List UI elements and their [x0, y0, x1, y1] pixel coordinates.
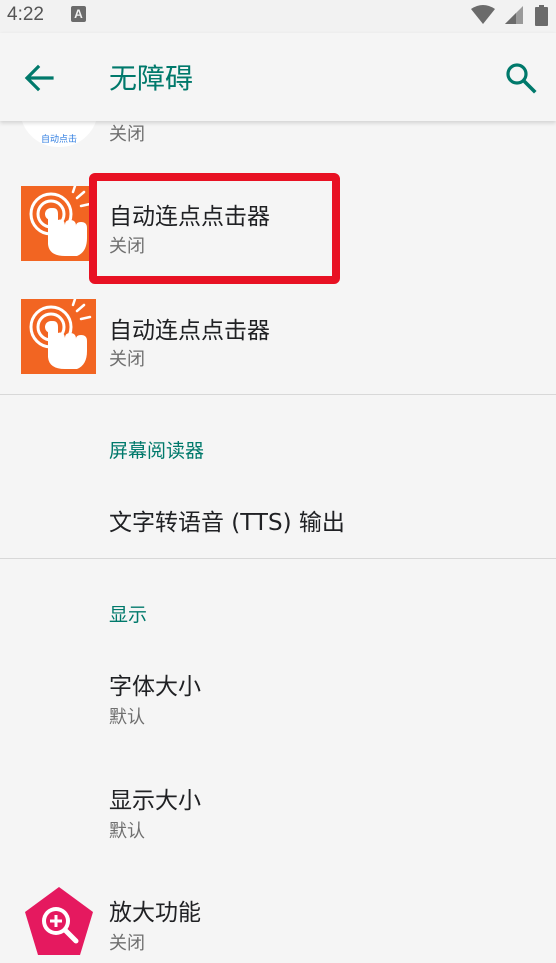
item-status: 关闭: [109, 236, 145, 257]
section-header-display: 显示: [109, 604, 148, 626]
list-item-font-size[interactable]: 字体大小 默认: [0, 651, 556, 751]
divider: [0, 558, 556, 559]
item-title: 自动连点点击器: [109, 204, 270, 230]
list-item-auto-clicker-2[interactable]: 自动连点点击器 关闭: [0, 293, 556, 393]
list-item-display-size[interactable]: 显示大小 默认: [0, 765, 556, 865]
item-title: 文字转语音 (TTS) 输出: [109, 510, 345, 536]
item-status: 关闭: [109, 349, 145, 370]
item-value: 默认: [109, 821, 145, 842]
settings-list[interactable]: 自动点击 关闭 自动连点点击器 关闭 自动连点点击器 关闭 屏幕阅读器 文字转语…: [0, 121, 556, 963]
tap-hand-icon: [21, 186, 96, 261]
item-status: 关闭: [109, 124, 145, 145]
arrow-back-icon: [24, 64, 54, 92]
auto-click-app-icon: 自动点击: [20, 121, 98, 147]
battery-icon: [535, 5, 548, 26]
status-bar: 4:22 A: [0, 0, 556, 33]
item-title: 自动连点点击器: [109, 318, 270, 344]
list-item-auto-clicker-partial[interactable]: 自动点击 关闭: [0, 121, 556, 153]
search-button[interactable]: [502, 59, 540, 97]
divider: [0, 394, 556, 395]
item-value: 默认: [109, 707, 145, 728]
list-item-auto-clicker-1[interactable]: 自动连点点击器 关闭: [0, 173, 556, 284]
auto-click-icon-label: 自动点击: [40, 135, 77, 145]
notification-a-icon: A: [71, 6, 86, 22]
wifi-icon: [470, 5, 495, 24]
item-status: 关闭: [109, 933, 145, 954]
app-bar: 无障碍: [0, 33, 556, 121]
status-time: 4:22: [7, 4, 44, 25]
item-title: 字体大小: [109, 674, 201, 700]
section-header-screen-reader: 屏幕阅读器: [109, 440, 205, 462]
search-icon: [506, 63, 537, 94]
item-title: 放大功能: [109, 900, 201, 926]
list-item-tts-output[interactable]: 文字转语音 (TTS) 输出: [0, 481, 556, 553]
cell-signal-icon: [504, 6, 523, 24]
magnification-icon: [22, 885, 96, 959]
back-button[interactable]: [20, 59, 58, 97]
tap-hand-icon: [21, 299, 96, 374]
page-title: 无障碍: [109, 62, 194, 95]
item-title: 显示大小: [109, 788, 201, 814]
status-icons: [470, 5, 548, 26]
